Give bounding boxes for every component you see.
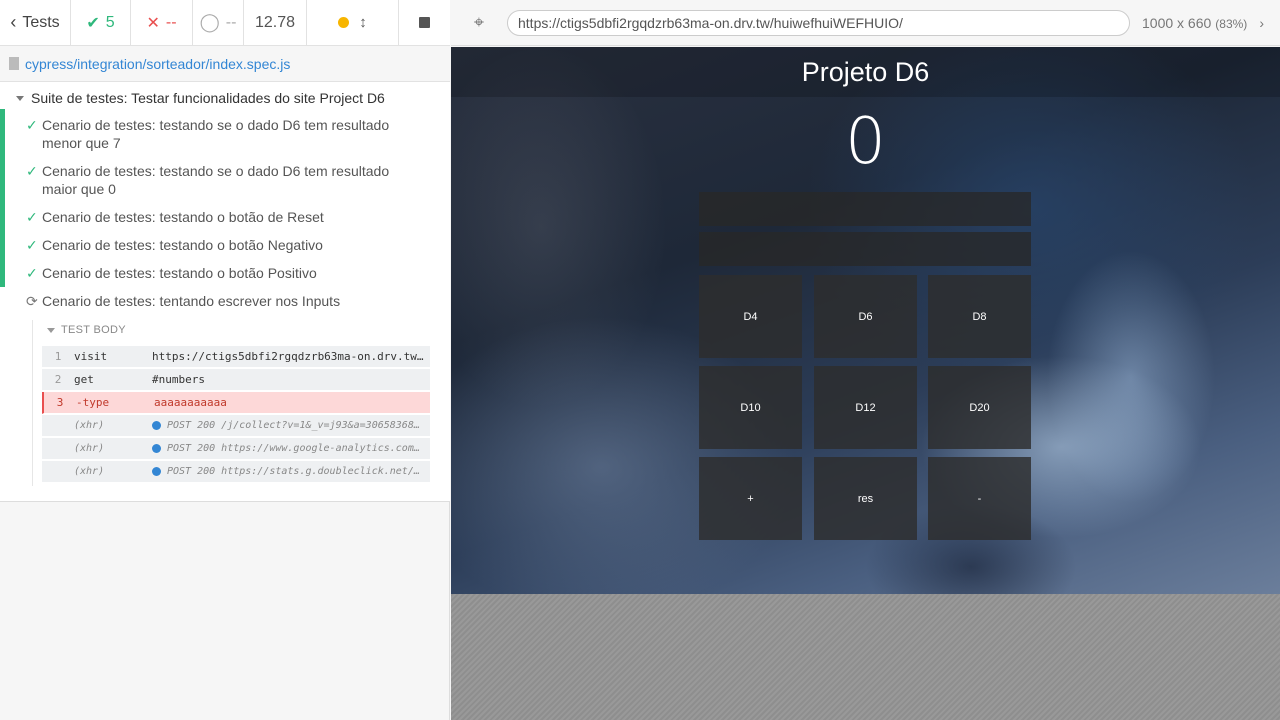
reporter-panel: ‹ Tests ✔ 5 ✕ -- ◯ -- 12.78 ↕ cypress/in… (0, 0, 450, 720)
test-body-header[interactable]: TEST BODY (47, 324, 126, 336)
check-icon: ✓ (26, 209, 38, 225)
command-message: POST 200 https://www.google-analytics.co… (167, 443, 430, 454)
chevron-right-icon[interactable]: › (1259, 15, 1264, 31)
file-icon (9, 57, 19, 70)
d20-button[interactable]: D20 (928, 366, 1031, 449)
stats-bar: ‹ Tests ✔ 5 ✕ -- ◯ -- 12.78 ↕ (0, 0, 450, 46)
minus-button[interactable]: - (928, 457, 1031, 540)
test-body-label: TEST BODY (61, 324, 126, 336)
refresh-icon: ⟳ (26, 293, 38, 309)
spec-path-label: cypress/integration/sorteador/index.spec… (25, 55, 291, 72)
app-title: Projeto D6 (801, 57, 930, 87)
app-frame: Projeto D6 0 D4 D6 D8 D10 D12 D20 + res … (451, 47, 1280, 594)
viewport-dimensions: 1000 x 660 (1142, 14, 1212, 31)
spec-path[interactable]: cypress/integration/sorteador/index.spec… (0, 46, 450, 82)
run-controls: ↕ (307, 0, 398, 45)
running-indicator-icon (338, 17, 350, 28)
test-title: Cenario de testes: tentando escrever nos… (42, 293, 341, 309)
tests-button[interactable]: ‹ Tests (0, 0, 71, 45)
x-icon: ✕ (146, 14, 160, 32)
failed-value: -- (165, 13, 177, 31)
command-message: https://ctigs5dbfi2rgqdzrb63ma-on.drv.tw… (152, 350, 430, 363)
viewport-padding (451, 594, 1280, 720)
passed-value: 5 (105, 13, 115, 31)
stop-icon (419, 17, 430, 28)
test-item[interactable]: ✓ Cenario de testes: testando o botão de… (26, 208, 416, 226)
command-name: get (74, 373, 94, 386)
command-number: 2 (54, 373, 62, 386)
test-title: Cenario de testes: testando o botão Posi… (42, 265, 317, 281)
test-title: Cenario de testes: testando se o dado D6… (42, 163, 390, 197)
d8-button[interactable]: D8 (928, 275, 1031, 358)
duration: 12.78 (244, 0, 307, 45)
command-row-error[interactable]: 3 -type aaaaaaaaaaa (42, 392, 430, 414)
d10-button[interactable]: D10 (699, 366, 802, 449)
command-name: -type (76, 396, 110, 409)
url-bar[interactable]: https://ctigs5dbfi2rgqdzrb63ma-on.drv.tw… (507, 9, 1130, 36)
d4-button[interactable]: D4 (699, 275, 802, 358)
status-dot-icon (152, 421, 161, 430)
selector-playground-button[interactable]: ⌖ (451, 12, 507, 33)
test-title: Cenario de testes: testando o botão Nega… (42, 237, 323, 253)
test-item[interactable]: ✓ Cenario de testes: testando o botão Po… (26, 264, 416, 282)
tests-label: Tests (22, 13, 60, 31)
second-input[interactable] (699, 232, 1031, 266)
viewport-size[interactable]: 1000 x 660 (83%) (1142, 15, 1247, 31)
test-item[interactable]: ✓ Cenario de testes: testando se o dado … (26, 162, 416, 198)
runnables-list: Suite de testes: Testar funcionalidades … (0, 82, 450, 502)
suite-title: Suite de testes: Testar funcionalidades … (31, 90, 385, 106)
test-item[interactable]: ✓ Cenario de testes: testando o botão Ne… (26, 236, 416, 254)
check-icon: ✓ (26, 117, 38, 133)
command-name: (xhr) (74, 466, 105, 477)
failed-count: ✕ -- (131, 0, 193, 45)
passed-count: ✔ 5 (71, 0, 131, 45)
stop-button[interactable] (398, 0, 450, 45)
command-message: aaaaaaaaaaa (154, 396, 227, 409)
command-message: POST 200 https://stats.g.doubleclick.net… (167, 466, 430, 477)
result-display: 0 (845, 105, 886, 179)
check-icon: ✓ (26, 237, 38, 253)
caret-down-icon (16, 95, 24, 101)
command-name: visit (74, 350, 108, 363)
viewport-scale: (83%) (1215, 16, 1248, 31)
command-number: 3 (56, 396, 64, 409)
aut-header: ⌖ https://ctigs5dbfi2rgqdzrb63ma-on.drv.… (451, 0, 1280, 46)
command-row[interactable]: 2 get #numbers (42, 369, 430, 391)
pending-value: -- (225, 13, 237, 31)
test-title: Cenario de testes: testando o botão de R… (42, 209, 324, 225)
status-dot-icon (152, 467, 161, 476)
xhr-row[interactable]: (xhr) POST 200 https://stats.g.doublecli… (42, 461, 430, 483)
d6-button[interactable]: D6 (814, 275, 917, 358)
check-icon: ✓ (26, 163, 38, 179)
suite-header[interactable]: Suite de testes: Testar funcionalidades … (16, 88, 385, 108)
circle-icon: ◯ (199, 12, 220, 32)
auto-scroll-toggle-icon[interactable]: ↕ (359, 14, 367, 31)
test-title: Cenario de testes: testando se o dado D6… (42, 117, 390, 151)
command-name: (xhr) (74, 443, 105, 454)
numbers-input[interactable] (699, 192, 1031, 226)
xhr-row[interactable]: (xhr) POST 200 /j/collect?v=1&_v=j93&a=3… (42, 415, 430, 437)
command-number: 1 (54, 350, 62, 363)
check-icon: ✔ (86, 14, 100, 32)
plus-button[interactable]: + (699, 457, 802, 540)
test-item[interactable]: ✓ Cenario de testes: testando se o dado … (26, 116, 416, 152)
status-dot-icon (152, 444, 161, 453)
xhr-row[interactable]: (xhr) POST 200 https://www.google-analyt… (42, 438, 430, 460)
d12-button[interactable]: D12 (814, 366, 917, 449)
test-body: TEST BODY 1 visit https://ctigs5dbfi2rgq… (32, 320, 430, 486)
caret-down-icon (47, 327, 55, 333)
reset-button[interactable]: res (814, 457, 917, 540)
command-message: POST 200 /j/collect?v=1&_v=j93&a=3065836… (167, 420, 430, 431)
chevron-left-icon: ‹ (10, 12, 17, 32)
command-message: #numbers (152, 373, 205, 386)
command-row[interactable]: 1 visit https://ctigs5dbfi2rgqdzrb63ma-o… (42, 346, 430, 368)
pending-count: ◯ -- (193, 0, 244, 45)
check-icon: ✓ (26, 265, 38, 281)
passed-indicator-bar (0, 109, 5, 287)
command-name: (xhr) (74, 420, 105, 431)
test-item-running[interactable]: ⟳ Cenario de testes: tentando escrever n… (26, 292, 416, 310)
crosshair-icon: ⌖ (473, 12, 485, 32)
